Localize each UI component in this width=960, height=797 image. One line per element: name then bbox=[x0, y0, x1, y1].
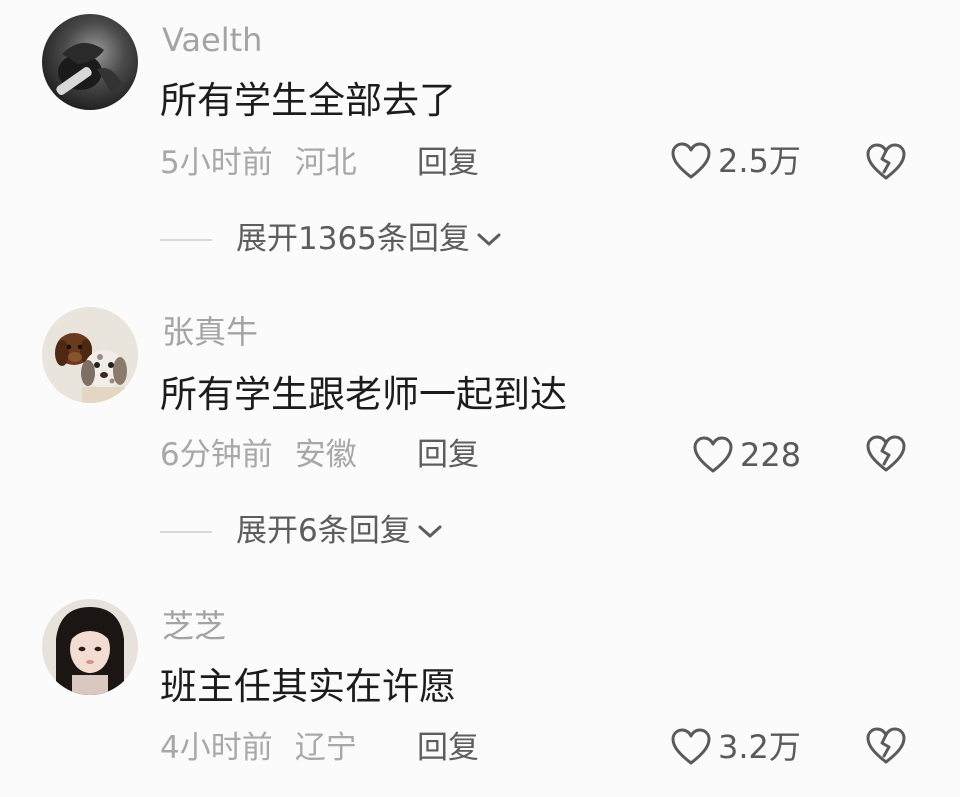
avatar[interactable] bbox=[42, 599, 138, 695]
like-button[interactable]: 3.2万 bbox=[670, 728, 801, 766]
comment-item: 芝芝 班主任其实在许愿 4小时前 辽宁 回复 3.2万 bbox=[0, 0, 960, 797]
broken-heart-icon bbox=[866, 727, 906, 764]
heart-icon bbox=[671, 728, 711, 765]
reply-button[interactable]: 回复 bbox=[417, 733, 479, 764]
comment-time: 4小时前 bbox=[160, 730, 273, 766]
comment-location: 辽宁 bbox=[294, 730, 357, 766]
comment-text: 班主任其实在许愿 bbox=[160, 665, 456, 708]
username[interactable]: 芝芝 bbox=[162, 610, 226, 642]
comment-meta: 4小时前 辽宁 bbox=[160, 733, 357, 764]
dislike-button[interactable] bbox=[864, 726, 908, 766]
like-count: 3.2万 bbox=[718, 728, 801, 766]
